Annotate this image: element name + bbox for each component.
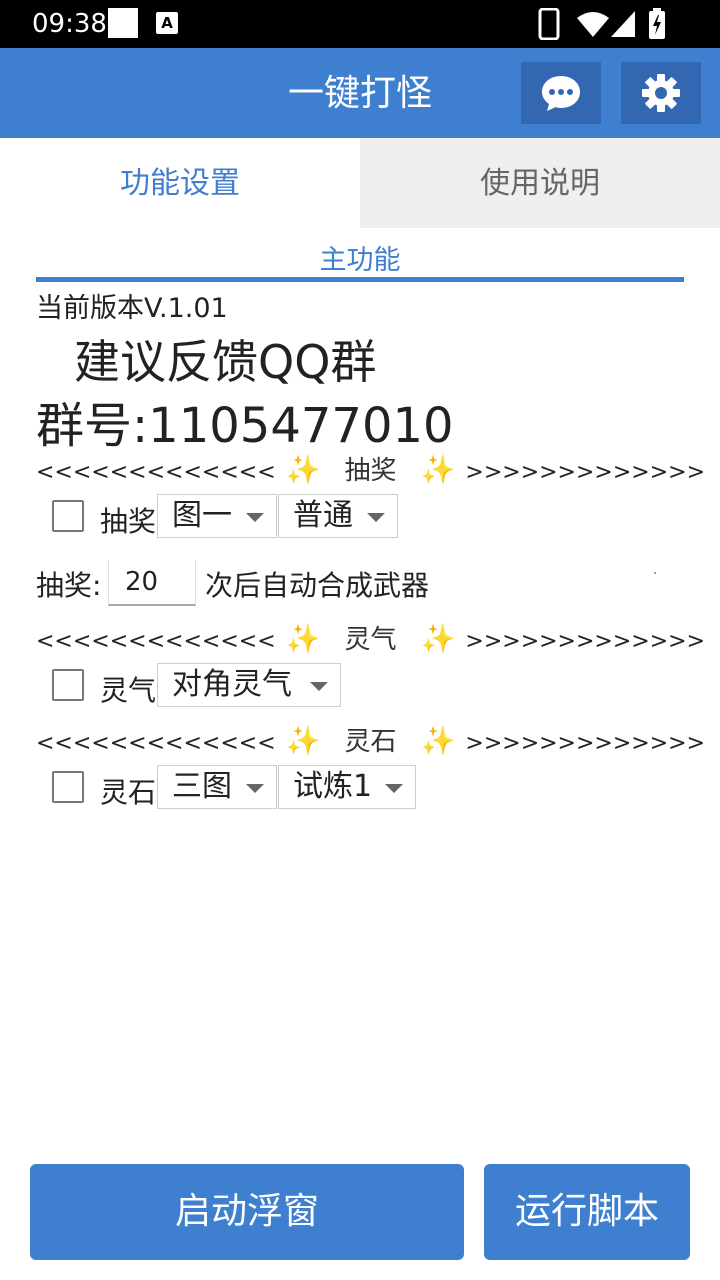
app-bar: 一键打怪 xyxy=(0,48,720,138)
aura-divider-title: 灵气 xyxy=(344,625,397,655)
sparkle-icon: ✨ xyxy=(285,622,321,655)
lottery-label: 抽奖 xyxy=(100,505,157,538)
lottery-count-suffix: 次后自动合成武器 xyxy=(205,569,430,602)
stone-divider: <<<<<<<<<<<<< ✨ 灵石 ✨ >>>>>>>>>>>>> xyxy=(36,721,705,758)
chat-bubble-icon xyxy=(542,76,580,111)
section-title: 主功能 xyxy=(319,245,401,276)
stone-checkbox[interactable] xyxy=(52,771,84,803)
sparkle-icon: ✨ xyxy=(420,622,456,655)
lottery-divider: <<<<<<<<<<<<< ✨ 抽奖 ✨ >>>>>>>>>>>>> xyxy=(36,450,705,487)
feedback-text: 建议反馈QQ群 xyxy=(74,335,377,389)
chevron-down-icon xyxy=(246,513,264,522)
aura-mode-select[interactable]: 对角灵气 xyxy=(157,663,341,707)
status-time: 09:38 xyxy=(32,9,107,39)
lottery-divider-title: 抽奖 xyxy=(344,456,397,486)
stone-label: 灵石 xyxy=(100,776,157,809)
phone-icon xyxy=(538,8,560,40)
aura-label: 灵气 xyxy=(100,674,157,707)
chevron-down-icon xyxy=(367,513,385,522)
version-text: 当前版本V.1.01 xyxy=(36,293,228,324)
notification-a-icon: A xyxy=(156,12,178,34)
lottery-map-select[interactable]: 图一 xyxy=(157,494,277,538)
group-number-text: 群号:1105477010 xyxy=(36,398,454,454)
signal-icon xyxy=(611,11,635,37)
chat-button[interactable] xyxy=(521,62,601,124)
sparkle-icon: ✨ xyxy=(420,724,456,757)
chevron-down-icon xyxy=(385,784,403,793)
aura-checkbox[interactable] xyxy=(52,669,84,701)
stray-dot xyxy=(654,572,656,574)
chevron-down-icon xyxy=(246,784,264,793)
settings-button[interactable] xyxy=(621,62,701,124)
lottery-count-label: 抽奖: xyxy=(36,569,102,602)
stone-stage-select[interactable]: 试炼1 xyxy=(278,765,416,809)
tab-usage-instructions[interactable]: 使用说明 xyxy=(360,138,720,228)
battery-charging-icon xyxy=(649,8,665,39)
stone-divider-title: 灵石 xyxy=(344,727,397,757)
start-float-window-button[interactable]: 启动浮窗 xyxy=(30,1164,464,1260)
section-underline xyxy=(36,277,684,282)
lottery-checkbox[interactable] xyxy=(52,500,84,532)
notification-square-icon xyxy=(108,8,138,38)
sparkle-icon: ✨ xyxy=(420,453,456,486)
wifi-icon xyxy=(577,12,609,37)
app-title: 一键打怪 xyxy=(287,73,432,114)
status-bar: 09:38 A xyxy=(0,0,720,48)
sparkle-icon: ✨ xyxy=(285,453,321,486)
run-script-button[interactable]: 运行脚本 xyxy=(484,1164,690,1260)
sparkle-icon: ✨ xyxy=(285,724,321,757)
lottery-count-input[interactable]: 20 xyxy=(108,560,196,606)
tab-function-settings[interactable]: 功能设置 xyxy=(0,138,360,228)
lottery-mode-select[interactable]: 普通 xyxy=(278,494,398,538)
stone-map-select[interactable]: 三图 xyxy=(157,765,277,809)
chevron-down-icon xyxy=(310,682,328,691)
gear-icon xyxy=(642,74,680,112)
aura-divider: <<<<<<<<<<<<< ✨ 灵气 ✨ >>>>>>>>>>>>> xyxy=(36,619,705,656)
